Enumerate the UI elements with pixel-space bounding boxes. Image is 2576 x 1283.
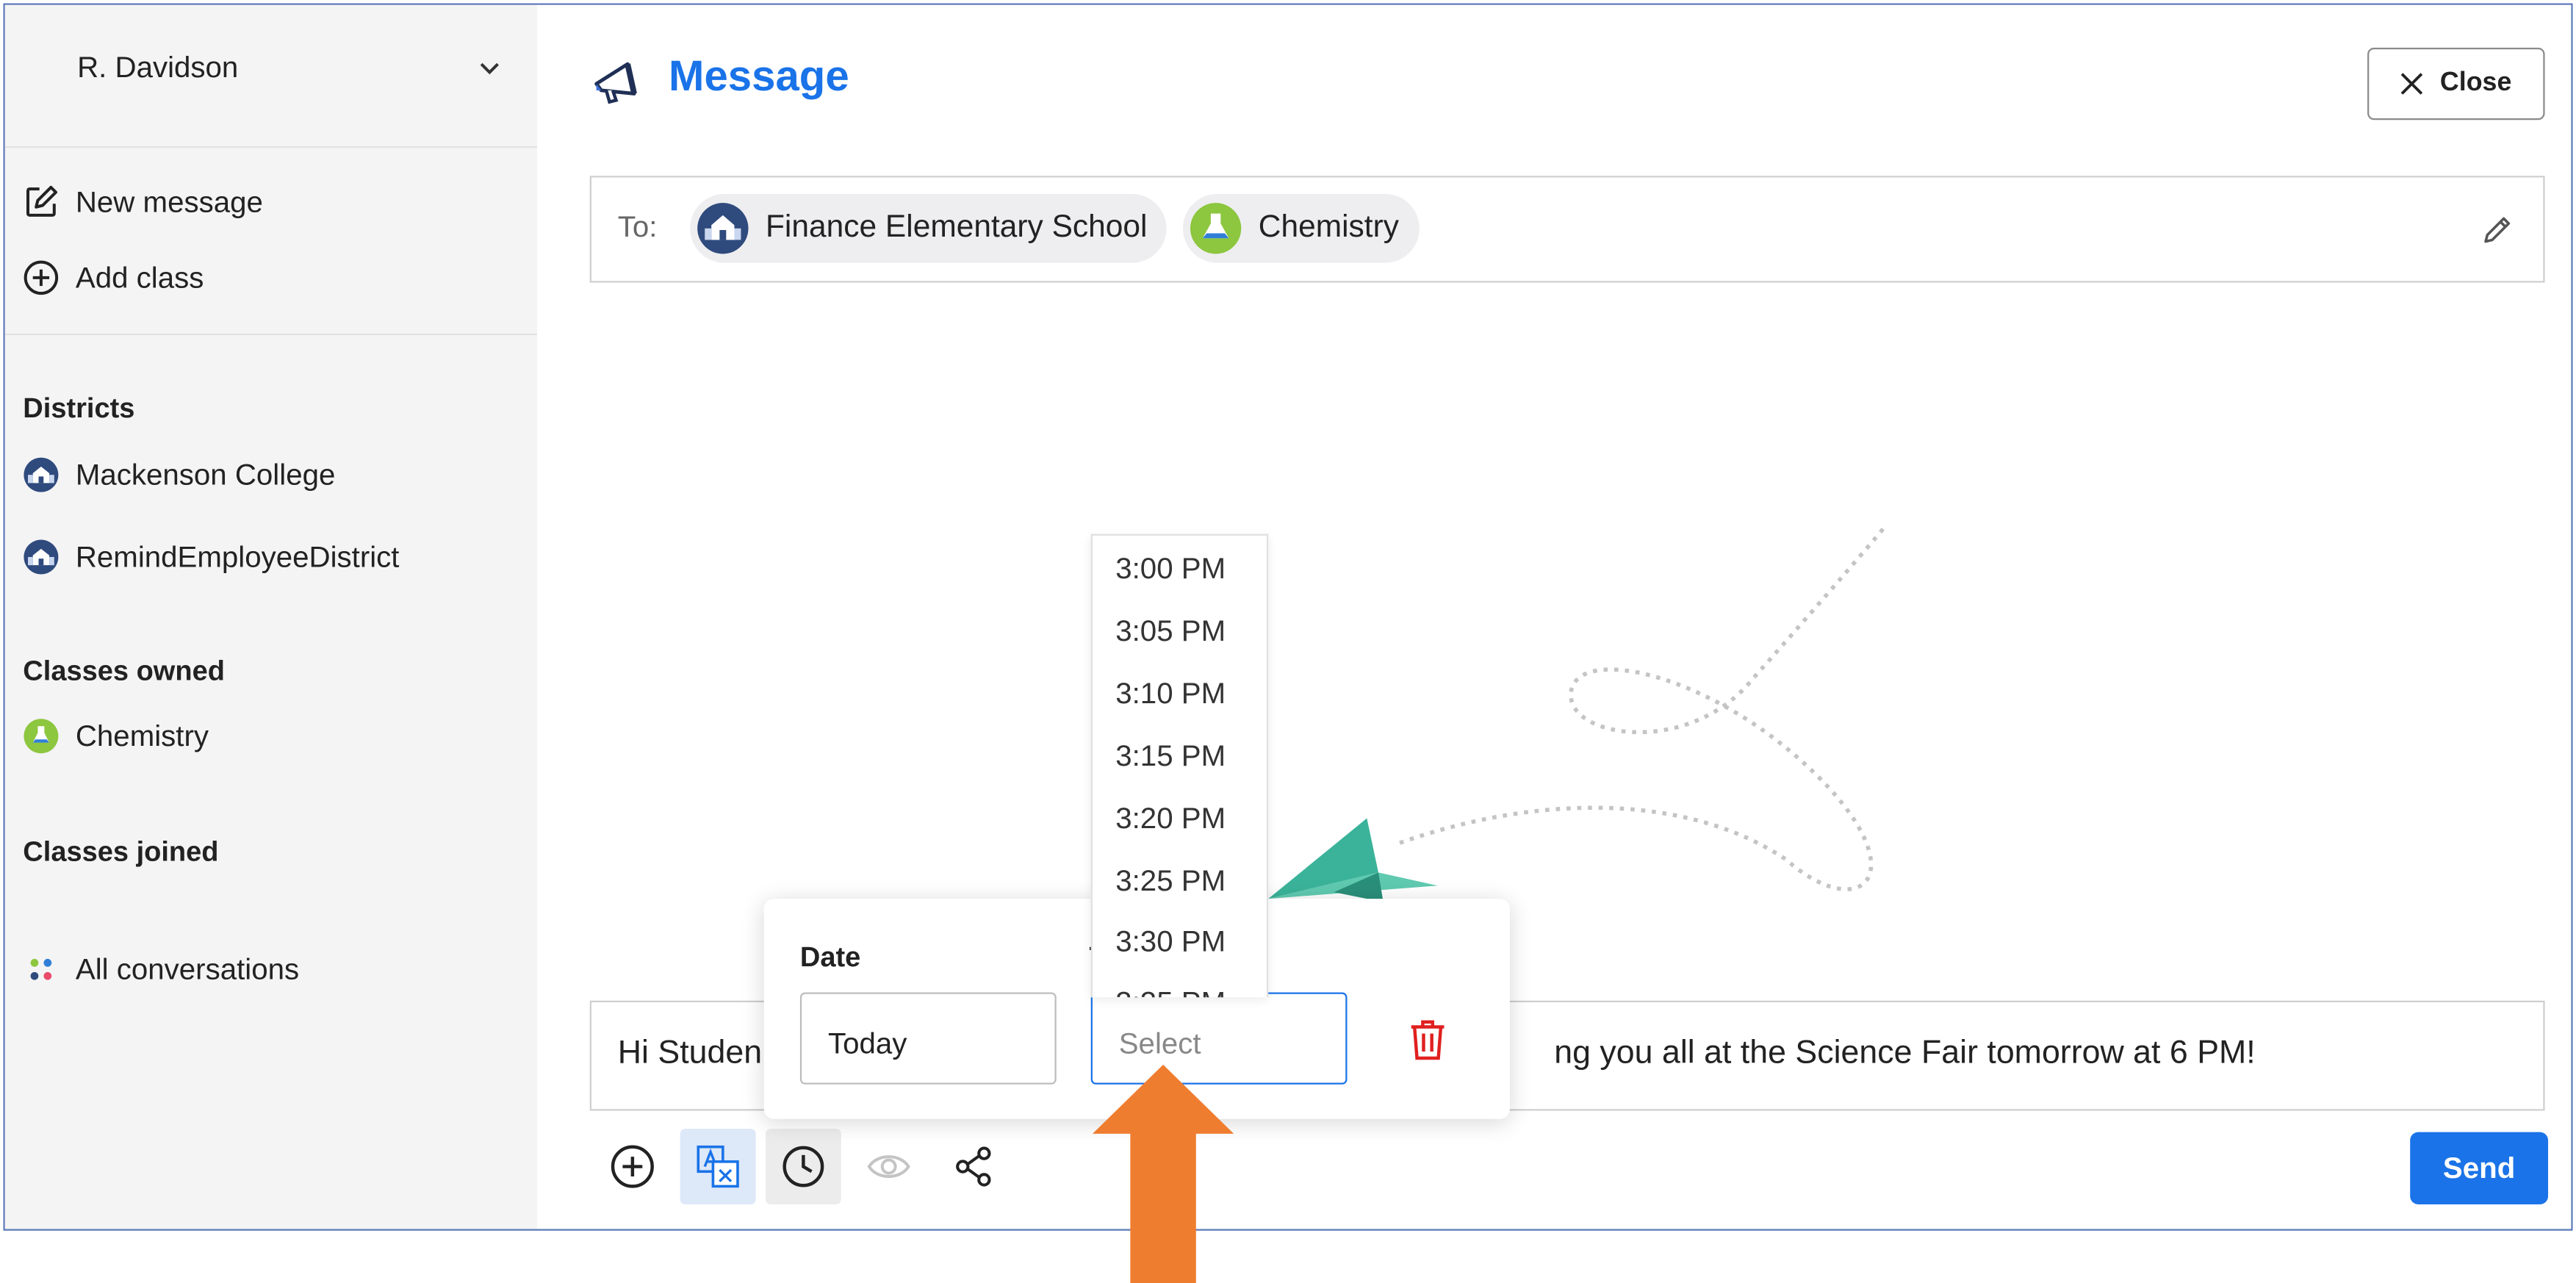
message-text-end: ng you all at the Science Fair tomorrow … [1554, 1035, 2256, 1071]
sidebar: R. Davidson New message Add class Distri… [4, 4, 538, 1229]
pencil-icon[interactable] [2480, 214, 2514, 247]
callout-arrow [1092, 1064, 1234, 1283]
districts-heading: Districts [23, 392, 135, 424]
sidebar-item-all-conversations[interactable]: All conversations [21, 949, 299, 989]
page-title: Message [669, 51, 849, 101]
app-window: R. Davidson New message Add class Distri… [3, 3, 2573, 1231]
chevron-down-icon[interactable] [478, 57, 501, 80]
close-icon [2401, 73, 2423, 95]
trash-icon[interactable] [1408, 1017, 1447, 1063]
flask-icon [21, 716, 61, 756]
classes-owned-heading: Classes owned [23, 655, 225, 687]
sidebar-item-mackenson-college[interactable]: Mackenson College [21, 455, 335, 495]
recipient-chip-label: Finance Elementary School [765, 210, 1148, 245]
paper-plane-illustration [1268, 525, 1886, 902]
divider [4, 146, 538, 148]
sidebar-item-label: Mackenson College [75, 457, 336, 491]
message-text-start: Hi Studen [617, 1035, 763, 1071]
time-option[interactable]: 3:00 PM [1115, 552, 1226, 586]
recipients-field[interactable]: To: Finance Elementary School Chemistry [589, 176, 2545, 283]
time-option[interactable]: 3:25 PM [1115, 864, 1226, 899]
clock-icon [782, 1146, 824, 1187]
sidebar-item-chemistry[interactable]: Chemistry [21, 716, 209, 756]
plus-circle-icon [21, 258, 61, 298]
new-message-label: New message [75, 184, 263, 218]
send-button[interactable]: Send [2410, 1132, 2549, 1204]
message-panel: Message Close To: Finance Elementary Sch… [537, 4, 2572, 1229]
sidebar-item-label: RemindEmployeeDistrict [75, 539, 400, 573]
translate-icon [697, 1145, 739, 1188]
school-icon [21, 537, 61, 577]
close-button[interactable]: Close [2367, 47, 2545, 121]
share-button[interactable] [937, 1129, 1012, 1204]
eye-icon [867, 1155, 910, 1178]
classes-joined-heading: Classes joined [23, 836, 219, 868]
school-icon [21, 455, 61, 495]
schedule-button[interactable] [765, 1129, 841, 1204]
new-message-button[interactable]: New message [21, 182, 263, 222]
recipient-chip-label: Chemistry [1258, 210, 1399, 245]
divider [4, 333, 538, 336]
account-name[interactable]: R. Davidson [77, 51, 238, 85]
time-option[interactable]: 3:15 PM [1115, 739, 1226, 774]
translate-button[interactable] [680, 1129, 756, 1204]
dots-grid-icon [21, 949, 61, 989]
share-icon [956, 1146, 991, 1187]
sidebar-item-label: All conversations [75, 952, 300, 985]
time-option[interactable]: 3:30 PM [1115, 925, 1226, 960]
school-icon [697, 202, 749, 255]
time-option[interactable]: 3:20 PM [1115, 802, 1226, 836]
attach-button[interactable] [594, 1129, 670, 1204]
time-option[interactable]: 3:05 PM [1115, 614, 1226, 649]
plus-circle-icon [611, 1145, 654, 1188]
flask-icon [1190, 202, 1242, 255]
sidebar-item-remindemployeedistrict[interactable]: RemindEmployeeDistrict [21, 537, 399, 577]
add-class-button[interactable]: Add class [21, 258, 204, 298]
sidebar-item-label: Chemistry [75, 719, 209, 752]
to-label: To: [617, 210, 658, 243]
compose-icon [21, 182, 61, 222]
time-option[interactable]: 3:10 PM [1115, 677, 1226, 711]
recipient-chip[interactable]: Finance Elementary School [690, 193, 1168, 263]
recipient-chip[interactable]: Chemistry [1182, 193, 1419, 263]
time-option[interactable]: 3:35 PM [1115, 986, 1226, 998]
date-label: Date [799, 941, 861, 973]
date-select[interactable]: Today [799, 992, 1057, 1085]
add-class-label: Add class [75, 260, 204, 294]
time-dropdown: 3:00 PM 3:05 PM 3:10 PM 3:15 PM 3:20 PM … [1090, 533, 1269, 998]
preview-button[interactable] [851, 1129, 927, 1204]
megaphone-icon [594, 62, 637, 104]
close-label: Close [2439, 68, 2512, 97]
